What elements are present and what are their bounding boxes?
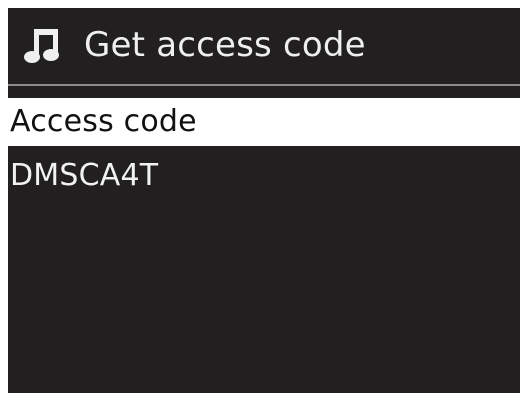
menu-item-access-code[interactable]: Access code [8,98,520,146]
menu-list: Access code DMSCA4T [8,98,520,200]
header-divider [8,84,520,86]
screen-header: Get access code [8,8,520,82]
screen-title: Get access code [84,25,366,65]
access-code-value: DMSCA4T [10,158,159,193]
device-display: Get access code Access code DMSCA4T [8,8,520,393]
music-note-icon [22,23,66,67]
